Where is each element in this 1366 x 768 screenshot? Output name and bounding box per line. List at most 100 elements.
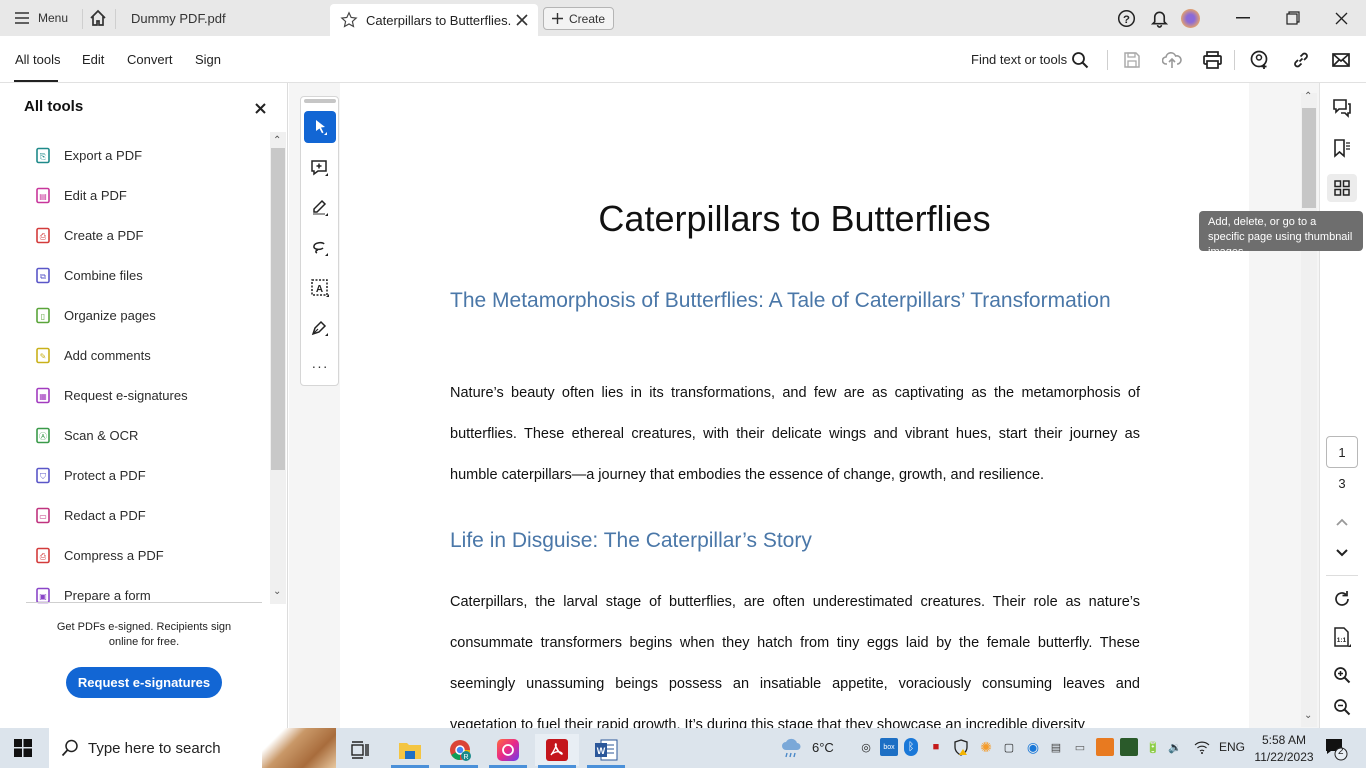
task-view-button[interactable] <box>338 734 382 766</box>
tool-item[interactable]: ⛉ Protect a PDF <box>34 464 146 486</box>
notification-center-button[interactable]: 2 <box>1324 737 1348 766</box>
tab-caterpillars[interactable]: Caterpillars to Butterflies... <box>330 4 538 36</box>
scroll-down-icon[interactable]: ⌄ <box>1304 710 1312 721</box>
display-tray-icon[interactable]: ▭ <box>1071 738 1089 756</box>
creative-cloud-tray-icon[interactable]: ◎ <box>857 738 875 756</box>
find-text-button[interactable]: Find text or tools <box>971 52 1067 67</box>
weather-widget[interactable] <box>780 737 804 764</box>
help-button[interactable]: ? <box>1117 0 1136 36</box>
compress-pdf-icon: ⎙ <box>34 546 52 564</box>
add-comment-tool-button[interactable] <box>304 152 336 184</box>
tool-item[interactable]: Ⓐ Scan & OCR <box>34 424 138 446</box>
rotate-button[interactable] <box>1330 587 1354 611</box>
volume-tray-icon[interactable]: 🔉 <box>1166 738 1184 756</box>
language-indicator[interactable]: ENG <box>1219 740 1245 754</box>
nvidia-tray-icon[interactable] <box>1120 738 1138 756</box>
tool-item[interactable]: ⎘ Export a PDF <box>34 144 142 166</box>
text-recognition-tool-button[interactable]: A <box>304 272 336 304</box>
copy-link-button[interactable] <box>1290 49 1312 71</box>
tool-item-label: Request e-signatures <box>64 387 188 403</box>
bookmarks-button[interactable] <box>1330 136 1354 160</box>
draw-tool-button[interactable] <box>304 232 336 264</box>
tool-item[interactable]: ▭ Redact a PDF <box>34 504 146 526</box>
print-button[interactable] <box>1201 49 1223 71</box>
tool-item[interactable]: ✎ Add comments <box>34 344 151 366</box>
app-tray-icon[interactable]: ▤ <box>1047 738 1065 756</box>
tab-dummy-pdf[interactable]: Dummy PDF.pdf <box>131 0 226 36</box>
combine-files-icon: ⧉ <box>34 266 52 284</box>
hamburger-icon <box>15 12 29 24</box>
home-button[interactable] <box>89 0 107 36</box>
word-app[interactable]: W <box>584 734 628 766</box>
java-tray-icon[interactable] <box>1096 738 1114 756</box>
create-button[interactable]: Create <box>543 7 614 30</box>
select-tool-button[interactable] <box>304 111 336 143</box>
avatar[interactable] <box>1181 0 1200 36</box>
scroll-down-icon[interactable]: ⌄ <box>273 586 281 597</box>
upload-cloud-button[interactable] <box>1161 49 1183 71</box>
notifications-button[interactable] <box>1150 0 1169 36</box>
chrome-app[interactable]: R <box>438 734 482 766</box>
restore-button[interactable] <box>1286 0 1300 36</box>
email-button[interactable] <box>1330 49 1352 71</box>
zoom-in-button[interactable] <box>1330 663 1354 687</box>
start-button[interactable] <box>14 739 32 762</box>
more-tools-button[interactable]: ··· <box>304 350 336 382</box>
file-explorer-app[interactable] <box>388 734 432 766</box>
app-tray-icon[interactable]: ◉ <box>1024 738 1042 756</box>
toolbar-drag-handle[interactable] <box>304 99 336 103</box>
next-page-button[interactable] <box>1330 541 1354 565</box>
close-panel-button[interactable] <box>255 101 266 119</box>
box-tray-icon[interactable]: box <box>880 738 898 756</box>
zoom-out-icon <box>1334 699 1351 716</box>
camera-tray-icon[interactable]: ▢ <box>1000 738 1018 756</box>
acrobat-icon <box>546 739 568 761</box>
sign-tool-button[interactable] <box>304 312 336 344</box>
current-page-input[interactable]: 1 <box>1326 436 1358 468</box>
tab-convert[interactable]: Convert <box>127 52 173 67</box>
share-user-button[interactable] <box>1249 49 1271 71</box>
tool-item[interactable]: ⧉ Combine files <box>34 264 143 286</box>
clock[interactable]: 5:58 AM 11/22/2023 <box>1253 732 1315 766</box>
tab-edit[interactable]: Edit <box>82 52 104 67</box>
close-window-button[interactable] <box>1335 0 1348 36</box>
wifi-tray-icon[interactable] <box>1193 738 1211 756</box>
document-scrollbar-thumb[interactable] <box>1302 108 1316 208</box>
bluetooth-tray-icon[interactable]: ᛒ <box>904 738 918 756</box>
creative-cloud-app[interactable] <box>486 734 530 766</box>
previous-page-button[interactable] <box>1330 510 1354 534</box>
page-fit-icon: 1:1 <box>1334 627 1351 647</box>
minimize-button[interactable] <box>1236 0 1250 36</box>
security-tray-icon[interactable] <box>952 738 970 756</box>
tab-all-tools[interactable]: All tools <box>15 52 61 67</box>
zoom-out-button[interactable] <box>1330 695 1354 719</box>
tool-item[interactable]: ⎙ Compress a PDF <box>34 544 164 566</box>
tool-item[interactable]: ▤ Edit a PDF <box>34 184 127 206</box>
minimize-icon <box>1236 17 1250 19</box>
save-button[interactable] <box>1121 49 1143 71</box>
menu-button[interactable]: Menu <box>14 0 68 36</box>
request-esignatures-button[interactable]: Request e-signatures <box>66 667 222 698</box>
panel-scrollbar-thumb[interactable] <box>271 148 285 470</box>
battery-tray-icon[interactable]: 🔋 <box>1144 738 1162 756</box>
tool-item[interactable]: ▯ Organize pages <box>34 304 156 326</box>
app-tray-icon[interactable]: ■ <box>927 738 945 756</box>
search-button[interactable] <box>1069 49 1091 71</box>
add-comments-icon: ✎ <box>34 346 52 364</box>
scroll-up-icon[interactable]: ⌃ <box>273 135 281 146</box>
star-icon[interactable] <box>340 11 358 29</box>
acrobat-app[interactable] <box>535 734 579 766</box>
highlight-tool-button[interactable] <box>304 192 336 224</box>
shield-warning-icon <box>954 738 968 756</box>
tool-item[interactable]: ▦ Request e-signatures <box>34 384 188 406</box>
comments-button[interactable] <box>1330 96 1354 120</box>
svg-text:?: ? <box>1123 13 1130 25</box>
close-tab-icon[interactable] <box>516 14 528 26</box>
actual-size-button[interactable]: 1:1 <box>1330 625 1354 649</box>
tool-item[interactable]: ⎙ Create a PDF <box>34 224 143 246</box>
app-tray-icon[interactable]: ✺ <box>977 738 995 756</box>
taskbar-search[interactable]: Type here to search <box>49 728 336 768</box>
tab-sign[interactable]: Sign <box>195 52 221 67</box>
page-thumbnails-button[interactable] <box>1327 174 1357 202</box>
scroll-up-icon[interactable]: ⌃ <box>1304 91 1312 102</box>
